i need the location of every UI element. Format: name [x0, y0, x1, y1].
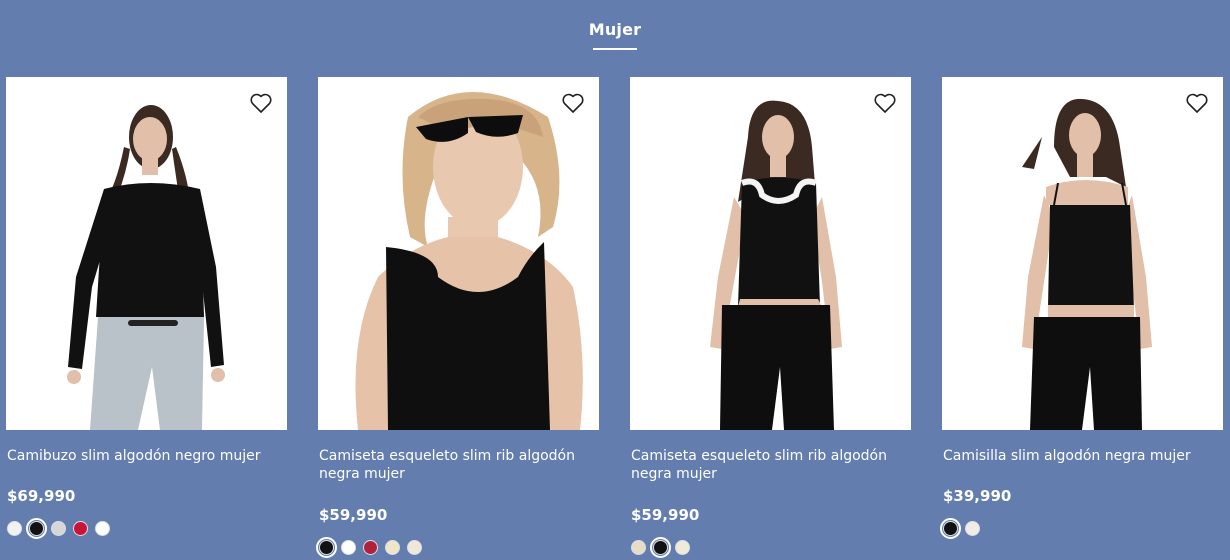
product-card[interactable]: Camibuzo slim algodón negro mujer $69,99… [6, 77, 287, 560]
color-swatch[interactable] [407, 540, 422, 555]
color-swatch[interactable] [675, 540, 690, 555]
product-card[interactable]: Camiseta esqueleto slim rib algodón negr… [630, 77, 911, 560]
tab-mujer-label: Mujer [588, 20, 642, 39]
tab-mujer[interactable]: Mujer [589, 20, 642, 80]
product-name[interactable]: Camibuzo slim algodón negro mujer [7, 447, 277, 465]
color-swatch[interactable] [7, 521, 22, 536]
color-swatches [316, 537, 422, 558]
color-swatch[interactable] [650, 537, 671, 558]
color-swatch[interactable] [26, 518, 47, 539]
heart-icon[interactable] [249, 91, 273, 115]
color-swatch[interactable] [51, 521, 66, 536]
color-swatch[interactable] [95, 521, 110, 536]
heart-icon[interactable] [873, 91, 897, 115]
heart-icon[interactable] [561, 91, 585, 115]
product-card[interactable]: Camisilla slim algodón negra mujer $39,9… [940, 77, 1223, 560]
color-swatch[interactable] [363, 540, 378, 555]
product-price: $39,990 [943, 487, 1012, 505]
color-swatch[interactable] [73, 521, 88, 536]
product-price: $69,990 [7, 487, 76, 505]
color-swatch[interactable] [965, 521, 980, 536]
product-price: $59,990 [319, 506, 388, 524]
color-swatches [7, 518, 110, 539]
product-image[interactable] [630, 77, 911, 430]
color-swatch[interactable] [631, 540, 646, 555]
product-image[interactable] [6, 77, 287, 430]
color-swatches [940, 518, 980, 539]
product-name[interactable]: Camiseta esqueleto slim rib algodón negr… [319, 447, 589, 483]
color-swatch[interactable] [341, 540, 356, 555]
product-grid: Camibuzo slim algodón negro mujer $69,99… [0, 77, 1230, 560]
active-tab-indicator [592, 48, 637, 50]
color-swatch[interactable] [316, 537, 337, 558]
product-name[interactable]: Camiseta esqueleto slim rib algodón negr… [631, 447, 901, 483]
product-name[interactable]: Camisilla slim algodón negra mujer [943, 447, 1213, 465]
product-card[interactable]: Camiseta esqueleto slim rib algodón negr… [316, 77, 599, 560]
product-price: $59,990 [631, 506, 700, 524]
color-swatches [631, 537, 690, 558]
heart-icon[interactable] [1185, 91, 1209, 115]
color-swatch[interactable] [940, 518, 961, 539]
color-swatch[interactable] [385, 540, 400, 555]
product-image[interactable] [942, 77, 1223, 430]
category-tabs: Mujer [0, 0, 1230, 60]
product-image[interactable] [318, 77, 599, 430]
